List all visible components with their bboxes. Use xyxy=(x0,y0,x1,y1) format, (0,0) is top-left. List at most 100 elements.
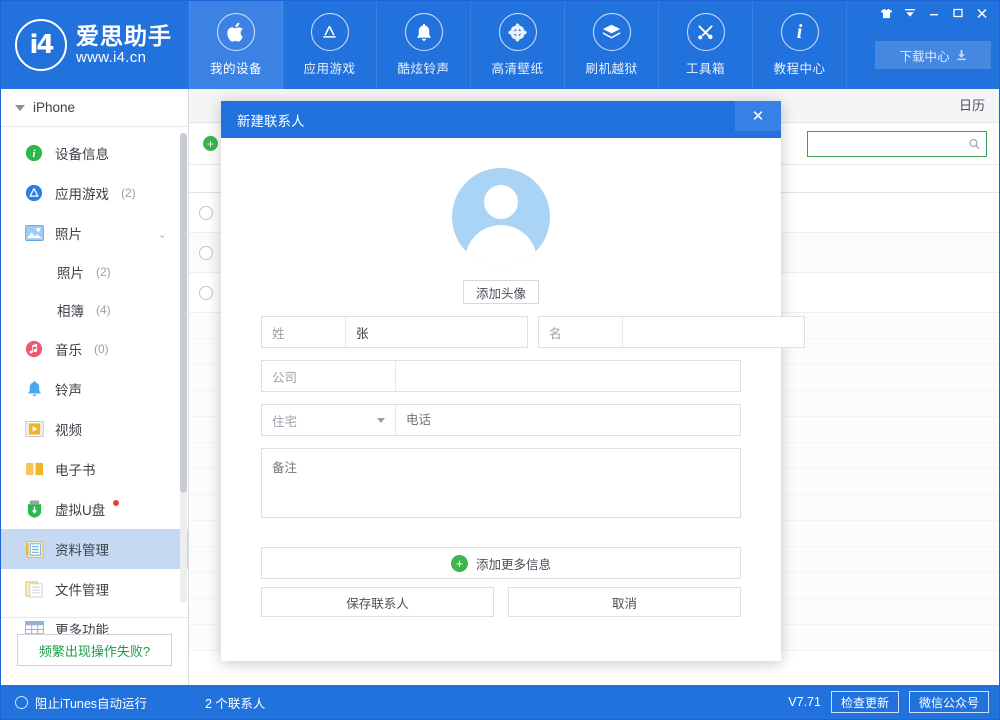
apple-icon xyxy=(217,13,255,51)
nav-label: 工具箱 xyxy=(686,58,725,77)
company-label: 公司 xyxy=(262,361,396,391)
info-circle-icon: i xyxy=(23,142,45,164)
sidebar-item-video[interactable]: 视频 xyxy=(1,409,188,449)
row-checkbox[interactable] xyxy=(199,246,213,260)
nav-label: 酷炫铃声 xyxy=(397,58,449,77)
row-checkbox[interactable] xyxy=(199,286,213,300)
sidebar-item-ringtones[interactable]: 铃声 xyxy=(1,369,188,409)
search-icon xyxy=(969,137,980,151)
sidebar-item-count: (2) xyxy=(121,186,136,200)
check-update-button[interactable]: 检查更新 xyxy=(831,691,899,713)
phone-type-value: 住宅 xyxy=(272,411,297,430)
add-more-info-button[interactable]: + 添加更多信息 xyxy=(261,547,741,579)
lastname-input[interactable] xyxy=(346,317,527,347)
row-checkbox[interactable] xyxy=(199,206,213,220)
wechat-button[interactable]: 微信公众号 xyxy=(909,691,989,713)
note-textarea[interactable] xyxy=(261,448,741,518)
sidebar-item-music[interactable]: 音乐 (0) xyxy=(1,329,188,369)
usb-icon xyxy=(23,498,45,520)
help-section: 频繁出现操作失败? xyxy=(1,617,188,666)
window-controls xyxy=(873,3,993,23)
top-bar: i4 爱思助手 www.i4.cn 我的设备 应用游戏 xyxy=(1,1,1000,89)
avatar-section: 添加头像 xyxy=(261,168,741,304)
sidebar-item-device-info[interactable]: i 设备信息 xyxy=(1,133,188,173)
sidebar-item-label: 照片 xyxy=(57,262,84,282)
company-field[interactable]: 公司 xyxy=(261,360,741,392)
appstore-icon xyxy=(311,13,349,51)
new-contact-dialog: 新建联系人 ✕ 添加头像 姓 名 xyxy=(221,101,781,661)
firstname-field[interactable]: 名 xyxy=(538,316,805,348)
sidebar-item-label: 铃声 xyxy=(55,379,82,399)
phone-field[interactable]: 住宅 xyxy=(261,404,741,436)
video-icon xyxy=(23,418,45,440)
sidebar-scrollbar[interactable] xyxy=(180,133,187,603)
brand-name: 爱思助手 xyxy=(76,23,172,49)
tab-calendar[interactable]: 日历 xyxy=(943,89,1000,122)
chevron-up-icon[interactable]: ⌃ xyxy=(158,228,166,239)
menu-dropdown-icon[interactable] xyxy=(899,3,921,23)
save-contact-button[interactable]: 保存联系人 xyxy=(261,587,494,617)
sidebar-item-label: 电子书 xyxy=(55,459,96,479)
sidebar-item-count: (4) xyxy=(96,303,111,317)
sidebar-item-file-management[interactable]: 文件管理 xyxy=(1,569,188,609)
minimize-icon[interactable] xyxy=(923,3,945,23)
device-selector[interactable]: iPhone xyxy=(1,89,188,127)
nav-item-wallpapers[interactable]: 高清壁纸 xyxy=(471,1,565,89)
skin-icon[interactable] xyxy=(875,3,897,23)
maximize-icon[interactable] xyxy=(947,3,969,23)
device-name: iPhone xyxy=(33,100,75,115)
phone-type-select[interactable]: 住宅 xyxy=(262,405,396,435)
sidebar-item-apps-games[interactable]: 应用游戏 (2) xyxy=(1,173,188,213)
brand-url: www.i4.cn xyxy=(76,49,172,67)
download-center-button[interactable]: 下载中心 xyxy=(875,41,991,69)
sidebar-item-label: 照片 xyxy=(55,223,82,243)
nav-item-flash-jailbreak[interactable]: 刷机越狱 xyxy=(565,1,659,89)
nav-label: 教程中心 xyxy=(773,58,825,77)
chevron-down-icon xyxy=(15,105,25,111)
operation-failure-help-button[interactable]: 频繁出现操作失败? xyxy=(17,634,172,666)
search-input[interactable] xyxy=(814,137,969,151)
cancel-button[interactable]: 取消 xyxy=(508,587,741,617)
sidebar-item-count: (0) xyxy=(94,342,109,356)
dialog-actions: 保存联系人 取消 xyxy=(261,587,741,617)
chevron-down-icon xyxy=(377,418,385,423)
firstname-input[interactable] xyxy=(623,317,804,347)
i4-logo-icon: i4 xyxy=(15,19,67,71)
status-bar-right: V7.71 检查更新 微信公众号 xyxy=(788,691,1000,713)
sidebar-item-photos[interactable]: 照片 ⌃ xyxy=(1,213,188,253)
lastname-label: 姓 xyxy=(262,317,346,347)
ringtone-icon xyxy=(23,378,45,400)
brand-logo-area: i4 爱思助手 www.i4.cn xyxy=(1,1,189,89)
dialog-body: 添加头像 姓 名 公司 xyxy=(221,138,781,617)
top-nav: 我的设备 应用游戏 酷炫铃声 xyxy=(189,1,847,89)
phone-input[interactable] xyxy=(396,405,740,435)
sidebar-item-label: 视频 xyxy=(55,419,82,439)
download-icon xyxy=(956,49,967,61)
company-input[interactable] xyxy=(396,361,740,391)
nav-item-ringtones[interactable]: 酷炫铃声 xyxy=(377,1,471,89)
sidebar-item-data-management[interactable]: 资料管理 xyxy=(1,529,188,569)
radio-icon xyxy=(15,696,28,709)
dialog-close-icon[interactable]: ✕ xyxy=(735,101,781,131)
nav-item-my-device[interactable]: 我的设备 xyxy=(189,1,283,89)
avatar xyxy=(452,168,550,266)
sidebar-item-virtual-usb[interactable]: 虚拟U盘 xyxy=(1,489,188,529)
sidebar-item-ebooks[interactable]: 电子书 xyxy=(1,449,188,489)
search-box[interactable] xyxy=(807,131,987,157)
contacts-icon xyxy=(23,538,45,560)
sidebar-item-albums[interactable]: 相簿 (4) xyxy=(1,291,188,329)
flower-icon xyxy=(499,13,537,51)
add-avatar-button[interactable]: 添加头像 xyxy=(463,280,539,304)
info-icon: i xyxy=(781,13,819,51)
nav-item-apps-games[interactable]: 应用游戏 xyxy=(283,1,377,89)
close-icon[interactable] xyxy=(971,3,993,23)
nav-item-toolbox[interactable]: 工具箱 xyxy=(659,1,753,89)
new-contact-button[interactable]: + xyxy=(203,136,218,151)
lastname-field[interactable]: 姓 xyxy=(261,316,528,348)
nav-item-tutorial[interactable]: i 教程中心 xyxy=(753,1,847,89)
sidebar-item-label: 资料管理 xyxy=(55,539,109,559)
sidebar-item-count: (2) xyxy=(96,265,111,279)
block-itunes-toggle[interactable]: 阻止iTunes自动运行 xyxy=(1,693,189,712)
sidebar-item-photos-sub[interactable]: 照片 (2) xyxy=(1,253,188,291)
sidebar-item-label: 文件管理 xyxy=(55,579,109,599)
